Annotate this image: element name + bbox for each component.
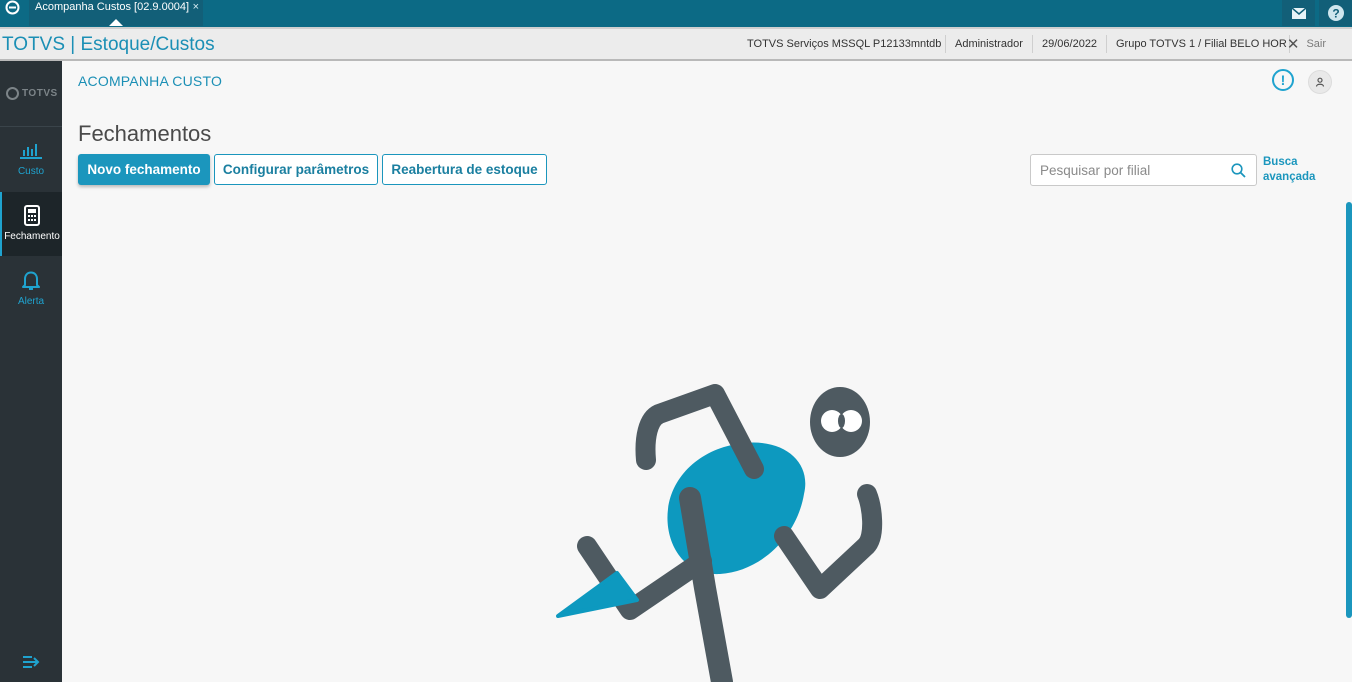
mail-icon bbox=[1291, 7, 1306, 19]
advanced-search-link[interactable]: Busca avançada bbox=[1263, 155, 1315, 185]
sidebar: TOTVS Custo Fechamento Alerta bbox=[0, 61, 62, 682]
page-title: Fechamentos bbox=[78, 121, 212, 146]
totvs-logo-icon bbox=[3, 0, 21, 15]
new-closing-button[interactable]: Novo fechamento bbox=[78, 154, 210, 185]
server-info: TOTVS Serviços MSSQL P12133mntdb bbox=[747, 38, 942, 50]
top-bar: Acompanha Custos [02.9.0004] × ? bbox=[0, 0, 1352, 27]
branch-info: Grupo TOTVS 1 / Filial BELO HOR bbox=[1116, 38, 1287, 50]
mail-button[interactable] bbox=[1282, 0, 1315, 26]
bar-chart-icon bbox=[20, 138, 42, 162]
tab-acompanha-custos[interactable]: Acompanha Custos [02.9.0004] × bbox=[29, 0, 203, 26]
tab-active-caret bbox=[109, 19, 123, 26]
empty-state-illustration bbox=[556, 384, 883, 682]
close-icon: ✕ bbox=[1286, 36, 1300, 53]
sidebar-item-alerta[interactable]: Alerta bbox=[0, 257, 62, 321]
totvs-logo-icon bbox=[6, 87, 19, 100]
scrollbar[interactable] bbox=[1346, 202, 1352, 618]
sidebar-brand: TOTVS bbox=[6, 87, 58, 100]
header-divider bbox=[945, 35, 946, 53]
sidebar-item-fechamento[interactable]: Fechamento bbox=[0, 192, 62, 256]
user-info: Administrador bbox=[955, 38, 1023, 50]
calculator-icon bbox=[24, 203, 40, 227]
app-header: TOTVS | Estoque/Custos TOTVS Serviços MS… bbox=[0, 27, 1352, 61]
tab-close-icon[interactable]: × bbox=[193, 0, 199, 14]
exit-label: Sair bbox=[1306, 38, 1326, 50]
exit-button[interactable]: ✕ Sair bbox=[1287, 29, 1326, 59]
app-title: TOTVS | Estoque/Custos bbox=[2, 34, 215, 55]
header-divider bbox=[1032, 35, 1033, 53]
reopen-stock-button[interactable]: Reabertura de estoque bbox=[382, 154, 547, 185]
running-figure-illustration bbox=[556, 384, 883, 682]
configure-parameters-button[interactable]: Configurar parâmetros bbox=[214, 154, 378, 185]
brand-label: TOTVS bbox=[22, 88, 58, 99]
main-content: ACOMPANHA CUSTO ! Fechamentos Novo fecha… bbox=[62, 61, 1352, 682]
advanced-search-label-1: Busca bbox=[1263, 156, 1298, 168]
sidebar-item-label: Custo bbox=[17, 166, 45, 177]
alert-info-icon[interactable]: ! bbox=[1272, 69, 1294, 91]
search-box bbox=[1030, 154, 1257, 186]
help-icon: ? bbox=[1327, 5, 1344, 21]
date-info: 29/06/2022 bbox=[1042, 38, 1098, 50]
header-divider bbox=[1106, 35, 1107, 53]
sidebar-item-custo[interactable]: Custo bbox=[0, 127, 62, 191]
search-icon[interactable] bbox=[1231, 163, 1246, 183]
sidebar-item-label: Fechamento bbox=[4, 231, 60, 242]
avatar[interactable] bbox=[1308, 70, 1332, 94]
search-input[interactable] bbox=[1040, 161, 1225, 179]
advanced-search-label-2: avançada bbox=[1263, 171, 1316, 183]
bell-icon bbox=[22, 268, 40, 292]
expand-menu-icon[interactable] bbox=[22, 655, 40, 674]
user-icon bbox=[1315, 77, 1325, 87]
tab-title: Acompanha Custos [02.9.0004] bbox=[35, 1, 190, 13]
sidebar-item-label: Alerta bbox=[17, 296, 45, 307]
svg-text:?: ? bbox=[1332, 7, 1339, 21]
help-button[interactable]: ? bbox=[1319, 0, 1352, 26]
page-header: ACOMPANHA CUSTO bbox=[78, 73, 223, 89]
